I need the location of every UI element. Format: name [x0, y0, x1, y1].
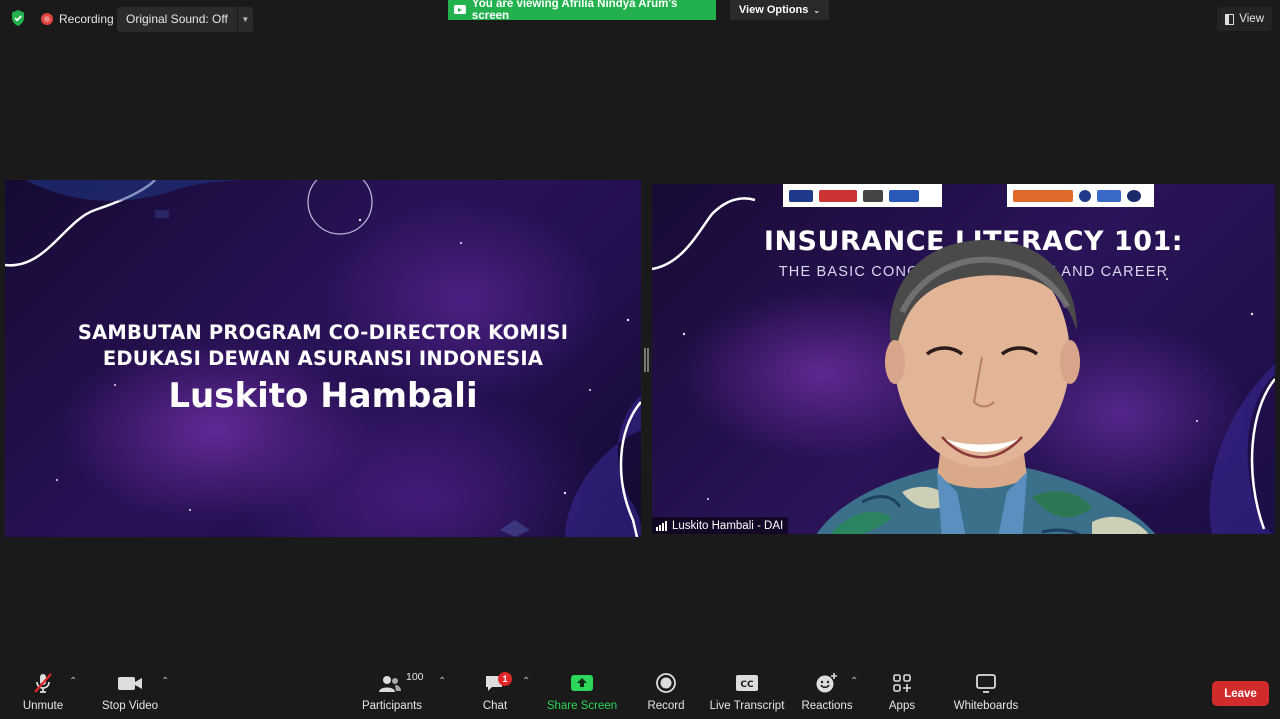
apps-grid-icon: [892, 666, 912, 700]
participant-person-video: [816, 239, 1156, 534]
layout-icon: [1225, 13, 1235, 25]
participant-name: Luskito Hambali - DAI: [672, 519, 784, 532]
chat-button[interactable]: 1 Chat: [478, 666, 512, 719]
screen-share-icon: [454, 4, 466, 14]
record-button[interactable]: Record: [646, 666, 686, 719]
apps-label: Apps: [888, 700, 916, 712]
meeting-top-bar: Recording Original Sound: Off ▼ You are …: [0, 0, 1280, 36]
reactions-options-chevron-up-icon[interactable]: ⌃: [850, 676, 858, 687]
share-screen-button[interactable]: Share Screen: [546, 666, 618, 719]
viewing-screen-banner: You are viewing Afrilia Nindya Arum's sc…: [448, 0, 716, 22]
video-options-chevron-up-icon[interactable]: ⌃: [161, 676, 169, 687]
stop-video-button[interactable]: Stop Video: [100, 666, 160, 719]
unmute-button[interactable]: Unmute: [18, 666, 68, 719]
leave-meeting-button[interactable]: Leave: [1212, 681, 1269, 706]
sponsor-logos-right: [1007, 184, 1154, 207]
chat-unread-badge: 1: [498, 672, 512, 686]
security-shield-icon[interactable]: [8, 8, 28, 28]
whiteboards-label: Whiteboards: [953, 700, 1019, 712]
view-options-button[interactable]: View Options ⌄: [730, 0, 829, 20]
muted-microphone-icon: [31, 666, 55, 700]
whiteboard-icon: [975, 666, 997, 700]
audio-options-chevron-up-icon[interactable]: ⌃: [69, 676, 77, 687]
record-label: Record: [647, 700, 685, 712]
meeting-controls-toolbar: Unmute ⌃ Stop Video ⌃ 100 Participants ⌃…: [0, 666, 1280, 719]
svg-text:CC: CC: [740, 680, 754, 690]
slide-line-2: EDUKASI DEWAN ASURANSI INDONESIA: [102, 347, 544, 370]
participant-name-tag: Luskito Hambali - DAI: [652, 517, 789, 534]
chat-bubble-icon: 1: [484, 666, 512, 700]
slide-line-1: SAMBUTAN PROGRAM CO-DIRECTOR KOMISI: [77, 321, 569, 344]
original-sound-toggle[interactable]: Original Sound: Off ▼: [117, 7, 253, 32]
reactions-label: Reactions: [801, 700, 853, 712]
whiteboards-button[interactable]: Whiteboards: [952, 666, 1020, 719]
view-label: View: [1239, 13, 1264, 25]
participant-video-tile[interactable]: INSURANCE LITERACY 101: THE BASIC CONCE …: [652, 184, 1275, 534]
chevron-down-icon[interactable]: ▼: [236, 7, 253, 32]
share-screen-icon: [570, 666, 594, 700]
stop-video-label: Stop Video: [101, 700, 159, 712]
recording-indicator[interactable]: Recording: [37, 8, 118, 30]
live-transcript-label: Live Transcript: [709, 700, 785, 712]
live-transcript-button[interactable]: CC Live Transcript: [710, 666, 784, 719]
viewing-banner-text: You are viewing Afrilia Nindya Arum's sc…: [471, 0, 678, 22]
record-icon: [655, 666, 677, 700]
shared-screen-tile[interactable]: SAMBUTAN PROGRAM CO-DIRECTOR KOMISI EDUK…: [5, 180, 641, 537]
participants-button[interactable]: 100 Participants: [360, 666, 424, 719]
participants-count: 100: [406, 671, 424, 683]
participants-icon: 100: [360, 666, 424, 700]
smiley-icon: [815, 666, 839, 700]
share-screen-label: Share Screen: [546, 700, 618, 712]
slide-text-block: SAMBUTAN PROGRAM CO-DIRECTOR KOMISI EDUK…: [5, 320, 641, 416]
unmute-label: Unmute: [22, 700, 64, 712]
signal-strength-icon: [656, 520, 667, 531]
reactions-button[interactable]: Reactions: [801, 666, 853, 719]
closed-caption-icon: CC: [735, 666, 759, 700]
video-camera-icon: [117, 666, 143, 700]
participants-options-chevron-up-icon[interactable]: ⌃: [438, 676, 446, 687]
slide-speaker-name: Luskito Hambali: [168, 376, 478, 416]
chevron-down-icon: ⌄: [813, 5, 821, 15]
view-layout-button[interactable]: View: [1217, 7, 1272, 31]
recording-label: Recording: [59, 12, 114, 26]
apps-button[interactable]: Apps: [886, 666, 918, 719]
sponsor-logos-left: [783, 184, 942, 207]
original-sound-label[interactable]: Original Sound: Off: [117, 7, 237, 32]
view-options-label: View Options: [738, 4, 809, 16]
participants-label: Participants: [361, 700, 423, 712]
recording-dot-icon: [41, 13, 53, 25]
chat-options-chevron-up-icon[interactable]: ⌃: [522, 676, 530, 687]
chat-label: Chat: [482, 700, 508, 712]
split-view-divider-handle[interactable]: [644, 348, 649, 372]
